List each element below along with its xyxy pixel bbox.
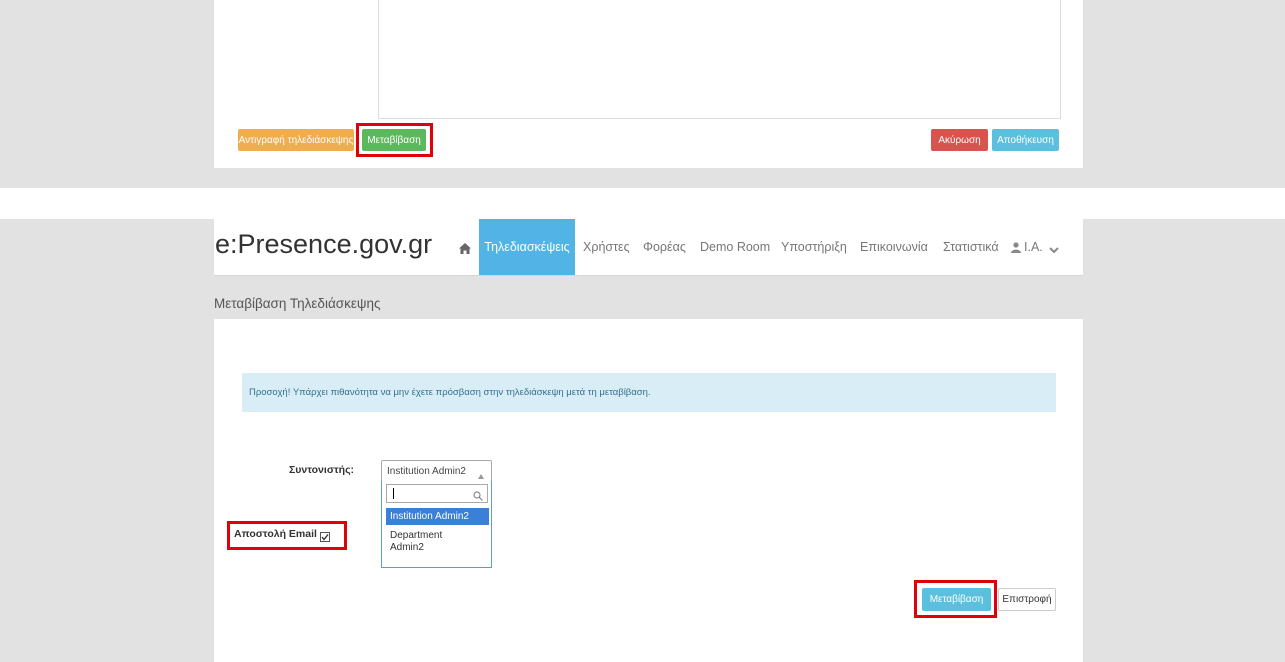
save-button[interactable]: Αποθήκευση: [992, 129, 1059, 151]
back-button[interactable]: Επιστροφή: [998, 588, 1056, 611]
brand-logo[interactable]: e:Presence.gov.gr: [215, 229, 432, 260]
coordinator-label: Συντονιστής:: [289, 464, 355, 476]
dropdown-search-input[interactable]: [386, 484, 488, 503]
nav-item-demo-room[interactable]: Demo Room: [700, 219, 770, 275]
user-icon: [1011, 241, 1021, 253]
nav-item-conferences[interactable]: Τηλεδιασκέψεις: [479, 219, 575, 275]
coordinator-select[interactable]: Institution Admin2: [381, 460, 492, 482]
copy-conference-button[interactable]: Αντιγραφή τηλεδιάσκεψης: [238, 129, 354, 151]
text-cursor: [393, 488, 394, 499]
dropdown-option-department-admin2[interactable]: Department Admin2: [386, 530, 456, 554]
warning-alert: Προσοχή! Υπάρχει πιθανότητα να μην έχετε…: [242, 373, 1056, 412]
search-icon: [473, 488, 483, 501]
navbar: e:Presence.gov.gr Τηλεδιασκέψεις Χρήστες…: [214, 219, 1083, 276]
dropdown-option-institution-admin2[interactable]: Institution Admin2: [386, 508, 489, 525]
coordinator-dropdown: Institution Admin2 Department Admin2: [381, 481, 492, 568]
nav-item-organization[interactable]: Φορέας: [643, 219, 686, 275]
user-menu[interactable]: I.A.: [1011, 219, 1059, 275]
cancel-button[interactable]: Ακύρωση: [931, 129, 988, 151]
nav-item-contact[interactable]: Επικοινωνία: [860, 219, 928, 275]
nav-item-statistics[interactable]: Στατιστικά: [943, 219, 999, 275]
coordinator-selected-value: Institution Admin2: [387, 465, 466, 477]
user-name: I.A.: [1024, 240, 1043, 254]
chevron-down-icon: [1049, 243, 1059, 254]
highlight-box-transfer-top: [356, 123, 433, 157]
highlight-box-email: [227, 521, 347, 550]
nav-item-support[interactable]: Υποστήριξη: [781, 219, 847, 275]
home-icon[interactable]: [459, 241, 473, 255]
highlight-box-transfer-bottom: [914, 580, 997, 618]
alert-text: Προσοχή! Υπάρχει πιθανότητα να μην έχετε…: [249, 387, 651, 398]
nav-item-users[interactable]: Χρήστες: [583, 219, 630, 275]
page-title: Μεταβίβαση Τηλεδιάσκεψης: [214, 296, 381, 311]
textarea-area[interactable]: [378, 0, 1061, 119]
caret-up-icon: [478, 466, 484, 479]
